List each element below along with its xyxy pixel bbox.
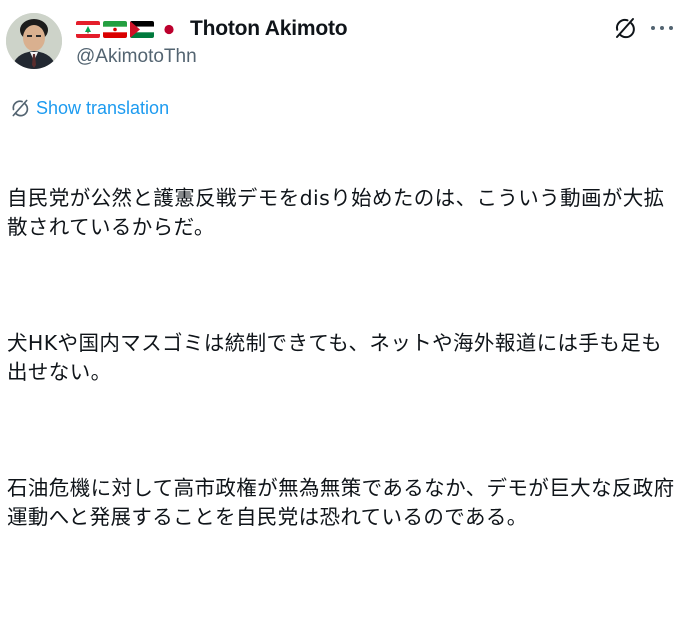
- show-translation-link[interactable]: Show translation: [10, 97, 169, 119]
- lebanon-flag-icon: [76, 20, 100, 38]
- japan-flag-icon: [157, 20, 181, 38]
- palestine-flag-icon: [130, 20, 154, 38]
- post-text: 自民党が公然と護憲反戦デモをdisり始めたのは、こういう動画が大拡散されているか…: [7, 126, 679, 619]
- iran-flag-icon: [103, 20, 127, 38]
- dot: [651, 26, 655, 30]
- author-display-name[interactable]: Thoton Akimoto: [190, 17, 348, 41]
- grok-icon[interactable]: [613, 16, 637, 40]
- author-handle[interactable]: @AkimotoThn: [76, 46, 197, 68]
- dot: [660, 26, 664, 30]
- avatar[interactable]: [6, 13, 62, 69]
- post-paragraph: 犬HKや国内マスゴミは統制できても、ネットや海外報道には手も足も出せない。: [7, 331, 663, 384]
- post-paragraph: 石油危機に対して高市政権が無為無策であるなか、デモが巨大な反政府運動へと発展する…: [7, 476, 675, 529]
- post-card: Thoton Akimoto @AkimotoThn Show translat…: [0, 0, 680, 529]
- post-paragraph: 自民党が公然と護憲反戦デモをdisり始めたのは、こういう動画が大拡散されているか…: [7, 186, 665, 239]
- show-translation-label[interactable]: Show translation: [36, 98, 169, 119]
- dot: [669, 26, 673, 30]
- grok-icon: [12, 99, 29, 117]
- author-name-row: Thoton Akimoto: [76, 15, 348, 43]
- more-options-icon[interactable]: [651, 17, 673, 39]
- flag-emojis: [76, 20, 184, 38]
